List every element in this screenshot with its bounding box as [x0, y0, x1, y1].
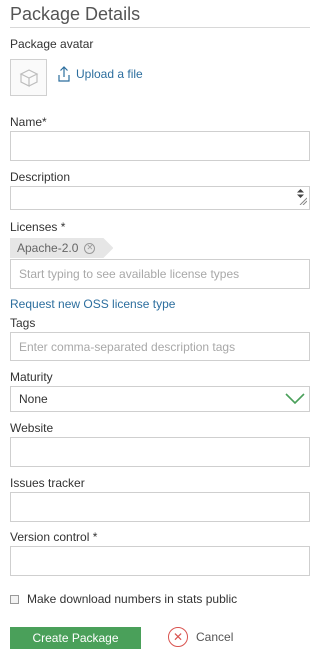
- cancel-label: Cancel: [196, 630, 234, 644]
- description-label: Description: [10, 170, 71, 184]
- upload-label: Upload a file: [76, 67, 143, 81]
- avatar-label: Package avatar: [10, 37, 94, 51]
- description-field[interactable]: [10, 186, 310, 210]
- maturity-selected: None: [19, 392, 48, 406]
- licenses-label: Licenses *: [10, 220, 66, 234]
- package-icon: [19, 68, 38, 87]
- name-label: Name*: [10, 115, 47, 129]
- chevron-down-icon[interactable]: [281, 387, 309, 411]
- cancel-button[interactable]: ✕ Cancel: [168, 627, 233, 647]
- license-tag: Apache-2.0 ✕: [10, 238, 113, 258]
- maturity-select[interactable]: None: [10, 386, 310, 412]
- title-divider: [10, 27, 310, 28]
- name-field[interactable]: [10, 131, 310, 161]
- upload-button[interactable]: Upload a file: [58, 66, 143, 82]
- license-tag-label: Apache-2.0: [17, 241, 79, 255]
- close-icon: ✕: [168, 627, 188, 647]
- stats-public-checkbox[interactable]: [10, 594, 19, 604]
- tags-label: Tags: [10, 316, 36, 330]
- resize-handle-icon[interactable]: [299, 194, 308, 208]
- upload-icon: [58, 66, 70, 82]
- tags-input[interactable]: Enter comma-separated description tags: [10, 332, 310, 361]
- page-title: Package Details: [10, 4, 141, 24]
- maturity-label: Maturity: [10, 370, 53, 384]
- version-control-field[interactable]: [10, 546, 310, 576]
- website-label: Website: [10, 421, 54, 435]
- stats-public-option[interactable]: Make download numbers in stats public: [10, 592, 237, 606]
- issues-tracker-field[interactable]: [10, 492, 310, 522]
- version-control-label: Version control *: [10, 530, 98, 544]
- stats-public-label: Make download numbers in stats public: [27, 592, 238, 606]
- request-license-link[interactable]: Request new OSS license type: [10, 297, 175, 311]
- tag-remove-icon[interactable]: ✕: [84, 243, 95, 254]
- license-search-input[interactable]: Start typing to see available license ty…: [10, 259, 310, 289]
- website-field[interactable]: [10, 437, 310, 467]
- create-package-button[interactable]: Create Package: [10, 627, 141, 649]
- avatar-placeholder[interactable]: [10, 59, 47, 96]
- issues-tracker-label: Issues tracker: [10, 476, 85, 490]
